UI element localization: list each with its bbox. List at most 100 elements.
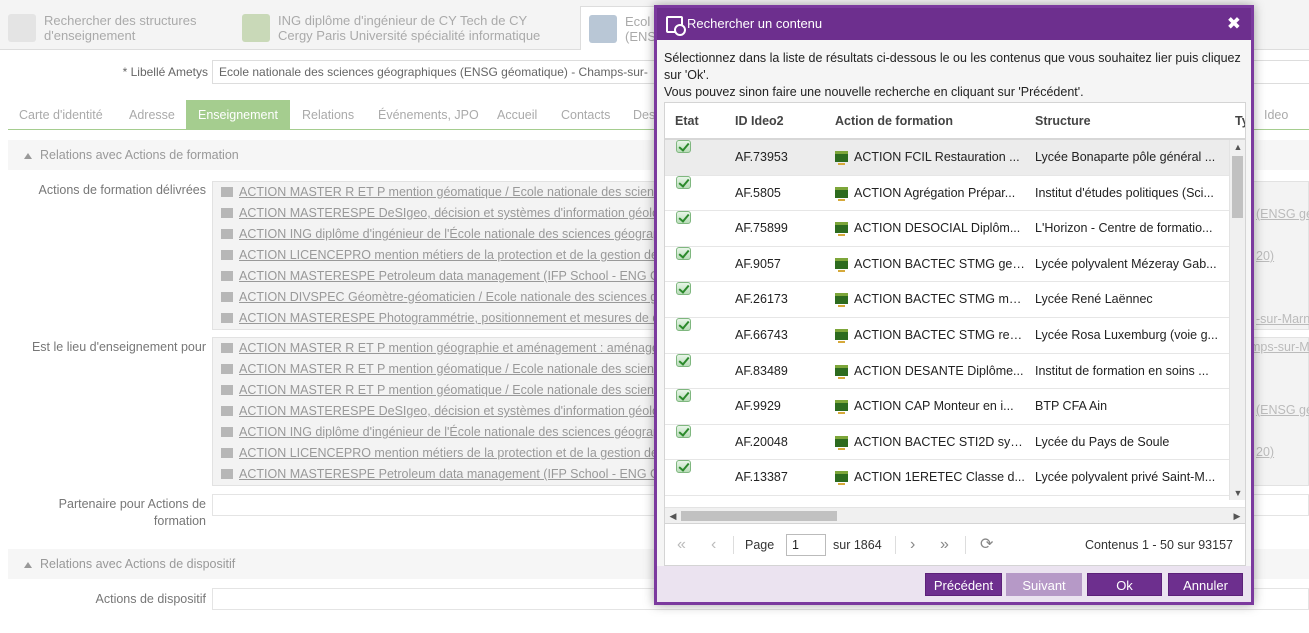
tab-label-line2: d'enseignement bbox=[44, 28, 136, 43]
action-icon bbox=[221, 448, 233, 458]
tab-label-line1: ING diplôme d'ingénieur de CY Tech de CY bbox=[278, 13, 528, 28]
table-row[interactable]: AF.66743 ACTION BACTEC STMG res... Lycée… bbox=[665, 317, 1230, 354]
action-icon bbox=[221, 292, 233, 302]
table-row[interactable]: AF.13387 ACTION 1ERETEC Classe d... Lycé… bbox=[665, 460, 1230, 496]
tab-relations[interactable]: Relations bbox=[302, 100, 354, 130]
action-icon bbox=[221, 229, 233, 239]
tab-rechercher-structures[interactable]: Rechercher des structures d'enseignement bbox=[8, 6, 228, 50]
tab-des[interactable]: Des bbox=[633, 100, 655, 130]
truncated-side-text: 20) bbox=[1256, 445, 1275, 459]
table-row[interactable]: AF.75899 ACTION DESOCIAL Diplôm... L'Hor… bbox=[665, 211, 1230, 247]
tab-contacts[interactable]: Contacts bbox=[561, 100, 610, 130]
action-icon bbox=[221, 343, 233, 353]
tab-ing-cy-tech[interactable]: ING diplôme d'ingénieur de CY Tech de CY… bbox=[242, 6, 576, 50]
column-header-structure[interactable]: Structure bbox=[1035, 103, 1091, 140]
tab-ecole-ensg[interactable]: Ecol (ENS bbox=[580, 6, 660, 50]
tab-label-line1: Ecol bbox=[625, 13, 651, 29]
paging-toolbar: « ‹ Page sur 1864 › » ⟳ Contenus 1 - 50 … bbox=[664, 524, 1246, 566]
tab-carte-identite[interactable]: Carte d'identité bbox=[19, 100, 103, 130]
ok-button[interactable]: Ok bbox=[1087, 573, 1162, 596]
status-valid-icon bbox=[676, 353, 691, 367]
table-row[interactable]: AF.73953 ACTION FCIL Restauration ... Ly… bbox=[665, 140, 1230, 176]
status-valid-icon bbox=[676, 424, 691, 438]
previous-page-icon[interactable]: ‹ bbox=[711, 524, 716, 566]
tab-evenements-jpo[interactable]: Événements, JPO bbox=[378, 100, 479, 130]
row-action: ACTION 1ERETEC Classe d... bbox=[835, 460, 1025, 495]
row-action: ACTION BACTEC STMG ma... bbox=[835, 282, 1025, 317]
tab-ideo[interactable]: Ideo bbox=[1264, 100, 1288, 130]
status-valid-icon bbox=[676, 246, 691, 260]
action-formation-icon bbox=[835, 222, 848, 237]
row-id: AF.75899 bbox=[735, 221, 788, 236]
column-header-action[interactable]: Action de formation bbox=[835, 103, 953, 140]
action-icon bbox=[221, 469, 233, 479]
diploma-icon bbox=[242, 14, 270, 42]
field-label-actions-delivrees: Actions de formation délivrées bbox=[38, 183, 206, 197]
last-page-icon[interactable]: » bbox=[940, 524, 949, 566]
status-valid-icon bbox=[676, 389, 691, 403]
tab-accueil[interactable]: Accueil bbox=[497, 100, 537, 130]
close-icon[interactable]: ✖ bbox=[1227, 8, 1241, 40]
action-icon bbox=[221, 364, 233, 374]
table-row[interactable]: AF.20048 ACTION BACTEC STI2D sys... Lycé… bbox=[665, 424, 1230, 461]
column-header-type[interactable]: Ty bbox=[1235, 103, 1245, 140]
grid-body: AF.73953 ACTION FCIL Restauration ... Ly… bbox=[665, 140, 1230, 500]
truncated-side-text: (ENSG gé bbox=[1256, 207, 1309, 221]
scroll-up-icon[interactable]: ▲ bbox=[1230, 140, 1245, 154]
dialog-title: Rechercher un contenu bbox=[687, 16, 823, 31]
first-page-icon[interactable]: « bbox=[677, 524, 686, 566]
scroll-right-icon[interactable]: ▶ bbox=[1229, 508, 1245, 523]
search-structure-icon bbox=[8, 14, 36, 42]
row-action: ACTION DESOCIAL Diplôm... bbox=[835, 211, 1025, 246]
action-icon bbox=[221, 250, 233, 260]
column-header-etat[interactable]: Etat bbox=[675, 103, 699, 140]
row-id: AF.66743 bbox=[735, 327, 788, 342]
table-row[interactable]: AF.9057 ACTION BACTEC STMG ges... Lycée … bbox=[665, 246, 1230, 283]
action-formation-icon bbox=[835, 471, 848, 486]
previous-button[interactable]: Précédent bbox=[925, 573, 1002, 596]
row-action: ACTION BACTEC STMG res... bbox=[835, 318, 1025, 353]
tab-adresse[interactable]: Adresse bbox=[129, 100, 175, 130]
grid-header: Etat ID Ideo2 Action de formation Struct… bbox=[665, 103, 1245, 140]
status-valid-icon bbox=[676, 282, 691, 296]
action-formation-icon bbox=[835, 151, 848, 165]
next-page-icon[interactable]: › bbox=[910, 524, 915, 566]
action-icon bbox=[221, 406, 233, 416]
tab-enseignement[interactable]: Enseignement bbox=[186, 100, 290, 130]
table-row[interactable]: AF.26173 ACTION BACTEC STMG ma... Lycée … bbox=[665, 282, 1230, 318]
refresh-icon[interactable]: ⟳ bbox=[980, 524, 993, 566]
cancel-button[interactable]: Annuler bbox=[1168, 573, 1243, 596]
field-label-lieu-enseignement: Est le lieu d'enseignement pour bbox=[31, 340, 206, 354]
status-valid-icon bbox=[676, 140, 691, 153]
status-valid-icon bbox=[676, 317, 691, 331]
action-formation-icon bbox=[835, 364, 848, 379]
tab-label-line1: Rechercher des structures bbox=[44, 13, 197, 28]
action-formation-icon bbox=[835, 186, 848, 201]
table-row[interactable]: AF.9929 ACTION CAP Monteur en i... BTP C… bbox=[665, 389, 1230, 425]
table-row[interactable]: AF.83489 ACTION DESANTE Diplôme... Insti… bbox=[665, 353, 1230, 390]
action-icon bbox=[221, 313, 233, 323]
row-structure: Lycée polyvalent Mézeray Gab... bbox=[1035, 256, 1217, 271]
row-structure: Lycée polyvalent privé Saint-M... bbox=[1035, 470, 1216, 485]
vertical-scroll-thumb[interactable] bbox=[1232, 156, 1243, 218]
row-structure: Lycée Bonaparte pôle général ... bbox=[1035, 150, 1216, 164]
scroll-left-icon[interactable]: ◀ bbox=[665, 508, 681, 523]
horizontal-scroll-thumb[interactable] bbox=[681, 511, 837, 521]
action-formation-icon bbox=[835, 435, 848, 450]
column-header-id[interactable]: ID Ideo2 bbox=[735, 103, 784, 140]
collapse-icon bbox=[24, 152, 32, 159]
row-id: AF.20048 bbox=[735, 434, 788, 449]
results-grid: Etat ID Ideo2 Action de formation Struct… bbox=[664, 102, 1246, 524]
horizontal-scrollbar[interactable]: ◀ ▶ bbox=[665, 507, 1245, 523]
next-button[interactable]: Suivant bbox=[1006, 573, 1082, 596]
action-formation-icon bbox=[835, 400, 848, 415]
dialog-header: Rechercher un contenu ✖ bbox=[657, 8, 1251, 40]
scroll-down-icon[interactable]: ▼ bbox=[1230, 486, 1245, 500]
vertical-scrollbar[interactable]: ▲ ▼ bbox=[1229, 140, 1245, 500]
status-valid-icon bbox=[676, 211, 691, 225]
field-label-actions-dispositif: Actions de dispositif bbox=[95, 592, 206, 606]
page-number-input[interactable] bbox=[786, 534, 826, 556]
toolbar-divider bbox=[965, 536, 966, 554]
action-icon bbox=[221, 271, 233, 281]
table-row[interactable]: AF.5805 ACTION Agrégation Prépar... Inst… bbox=[665, 175, 1230, 212]
